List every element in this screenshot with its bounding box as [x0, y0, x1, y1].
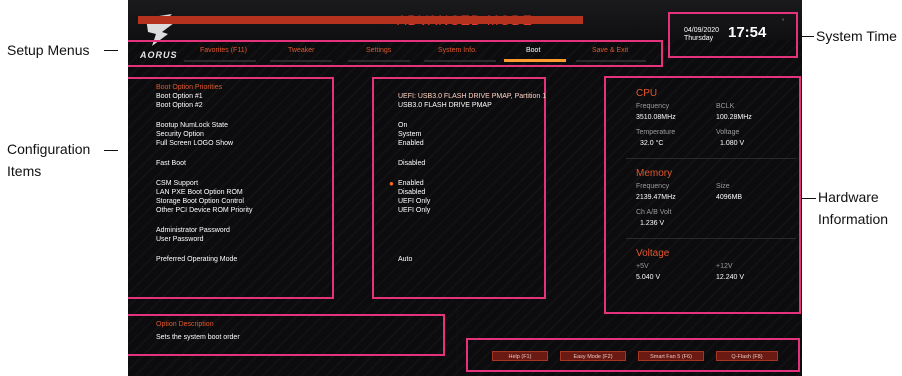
item-full-screen-logo[interactable]: Full Screen LOGO Show: [156, 140, 233, 147]
tab-settings-underline: [348, 60, 410, 62]
hardware-info-panel: CPU Frequency 3510.08MHz BCLK 100.28MHz …: [604, 76, 801, 314]
callout-line-system-time: [800, 36, 814, 37]
tab-system-info[interactable]: System Info.: [438, 47, 477, 54]
tab-settings[interactable]: Settings: [366, 47, 391, 54]
item-admin-password[interactable]: Administrator Password: [156, 227, 230, 234]
bios-screen: AORUS ADVANCED MODE Favorites (F11) Twea…: [128, 0, 802, 376]
voltage-5v-value: 5.040 V: [636, 274, 661, 281]
tab-tweaker[interactable]: Tweaker: [288, 47, 314, 54]
item-user-password[interactable]: User Password: [156, 236, 203, 243]
cpu-bclk-value: 100.28MHz: [716, 114, 752, 121]
tab-system-info-underline: [424, 60, 496, 62]
item-boot-option-2[interactable]: Boot Option #2: [156, 102, 203, 109]
tab-boot[interactable]: Boot: [526, 47, 540, 54]
tab-save-exit[interactable]: Save & Exit: [592, 47, 628, 54]
memory-size-label: Size: [716, 183, 730, 190]
memory-frequency-value: 2139.47MHz: [636, 194, 676, 201]
memory-volt-value: 1.236 V: [640, 220, 665, 227]
voltage-title: Voltage: [636, 248, 670, 259]
value-storage-boot[interactable]: UEFI Only: [398, 198, 430, 205]
time-indicator-icon: °: [782, 19, 785, 25]
item-preferred-os-mode[interactable]: Preferred Operating Mode: [156, 256, 237, 263]
callout-configuration: Configuration: [7, 141, 91, 157]
item-boot-option-1[interactable]: Boot Option #1: [156, 93, 203, 100]
callout-line-description: [190, 356, 191, 376]
weekday-value: Thursday: [684, 35, 714, 42]
value-other-pci[interactable]: UEFI Only: [398, 207, 430, 214]
voltage-12v-value: 12.240 V: [716, 274, 745, 281]
date-value: 04/09/2020: [684, 27, 720, 34]
cpu-voltage-value: 1.080 V: [720, 140, 745, 147]
callout-line-setup-menus: [104, 50, 118, 51]
description-title: Option Description: [156, 321, 214, 328]
clock-value: 17:54: [728, 24, 767, 41]
selected-row-highlight: [138, 16, 583, 24]
changed-indicator-icon: ●: [389, 179, 394, 188]
callout-items: Items: [7, 163, 42, 179]
tab-boot-active-underline: [504, 59, 566, 62]
option-description-panel: Option Description Sets the system boot …: [128, 314, 445, 356]
callout-setup-menus: Setup Menus: [7, 42, 90, 58]
value-preferred-os-mode[interactable]: Auto: [398, 256, 412, 263]
section-title: Boot Option Priorities: [156, 84, 223, 91]
item-bootup-numlock[interactable]: Bootup NumLock State: [156, 122, 228, 129]
item-lan-pxe[interactable]: LAN PXE Boot Option ROM: [156, 189, 243, 196]
value-full-screen-logo[interactable]: Enabled: [398, 140, 424, 147]
value-lan-pxe[interactable]: Disabled: [398, 189, 425, 196]
callout-information: Information: [818, 211, 889, 227]
system-time-box[interactable]: 04/09/2020 Thursday 17:54 °: [668, 12, 798, 58]
value-boot-option-2[interactable]: USB3.0 FLASH DRIVE PMAP: [398, 102, 492, 109]
cpu-frequency-value: 3510.08MHz: [636, 114, 676, 121]
tab-favorites[interactable]: Favorites (F11): [200, 47, 247, 54]
help-button[interactable]: Help (F1): [492, 351, 548, 361]
cpu-frequency-label: Frequency: [636, 103, 670, 110]
value-security-option[interactable]: System: [398, 131, 421, 138]
smart-fan-button[interactable]: Smart Fan 5 (F6): [638, 351, 704, 361]
value-csm-support[interactable]: Enabled: [398, 180, 424, 187]
tab-favorites-underline: [184, 60, 256, 62]
cpu-bclk-label: BCLK: [716, 103, 735, 110]
memory-volt-label: Ch A/B Volt: [636, 209, 672, 216]
divider: [626, 158, 796, 159]
configuration-values-panel: UEFI: USB3.0 FLASH DRIVE PMAP, Partition…: [372, 77, 546, 299]
memory-title: Memory: [636, 168, 673, 179]
callout-line-hardware: [802, 198, 816, 199]
setup-menu-bar: Favorites (F11) Tweaker Settings System …: [128, 40, 663, 67]
memory-size-value: 4096MB: [716, 194, 743, 201]
function-button-bar: Help (F1) Easy Mode (F2) Smart Fan 5 (F6…: [466, 338, 800, 372]
callout-hardware: Hardware: [818, 189, 879, 205]
easy-mode-button[interactable]: Easy Mode (F2): [560, 351, 626, 361]
callout-line-configuration: [104, 150, 118, 151]
voltage-12v-label: +12V: [716, 263, 733, 270]
tab-tweaker-underline: [270, 60, 332, 62]
item-fast-boot[interactable]: Fast Boot: [156, 160, 186, 167]
cpu-temp-label: Temperature: [636, 129, 676, 136]
value-bootup-numlock[interactable]: On: [398, 122, 407, 129]
item-security-option[interactable]: Security Option: [156, 131, 204, 138]
item-storage-boot[interactable]: Storage Boot Option Control: [156, 198, 244, 205]
system-date: 04/09/2020 Thursday: [684, 27, 719, 43]
description-text: Sets the system boot order: [156, 334, 240, 341]
item-other-pci[interactable]: Other PCI Device ROM Priority: [156, 207, 252, 214]
callout-line-values: [457, 299, 458, 376]
cpu-title: CPU: [636, 88, 658, 99]
value-boot-option-1[interactable]: UEFI: USB3.0 FLASH DRIVE PMAP, Partition…: [398, 93, 546, 100]
tab-save-exit-underline: [576, 60, 646, 62]
configuration-items-panel: Boot Option Priorities Boot Option #1 Bo…: [128, 77, 334, 299]
q-flash-button[interactable]: Q-Flash (F8): [716, 351, 778, 361]
voltage-5v-label: +5V: [636, 263, 649, 270]
callout-system-time: System Time: [816, 28, 897, 44]
item-csm-support[interactable]: CSM Support: [156, 180, 198, 187]
cpu-temp-value: 32.0 °C: [640, 140, 664, 147]
cpu-voltage-label: Voltage: [716, 129, 740, 136]
divider: [626, 238, 796, 239]
value-fast-boot[interactable]: Disabled: [398, 160, 425, 167]
memory-frequency-label: Frequency: [636, 183, 670, 190]
